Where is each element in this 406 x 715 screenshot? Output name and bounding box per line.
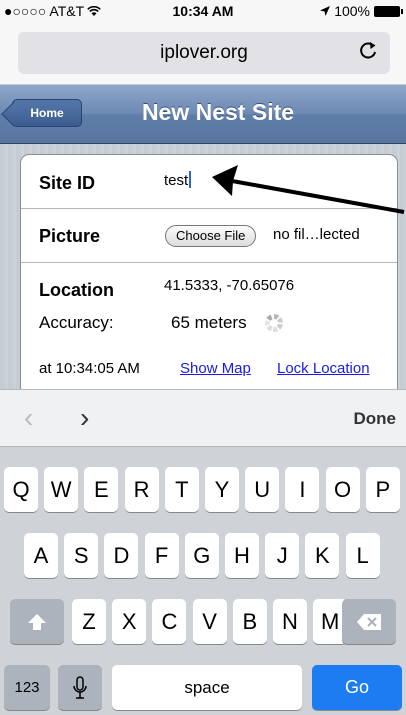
browser-address-area: iplover.org <box>0 22 406 85</box>
delete-key[interactable] <box>342 599 396 644</box>
key-d[interactable]: D <box>104 533 139 578</box>
key-g[interactable]: G <box>184 533 219 578</box>
nav-bar: Home New Nest Site <box>0 85 406 144</box>
space-key[interactable]: space <box>112 665 302 710</box>
key-e[interactable]: E <box>84 467 119 512</box>
address-bar[interactable]: iplover.org <box>18 32 390 74</box>
key-l[interactable]: L <box>345 533 380 578</box>
key-u[interactable]: U <box>245 467 280 512</box>
key-s[interactable]: S <box>64 533 99 578</box>
page-title: New Nest Site <box>141 99 295 125</box>
reload-icon[interactable] <box>358 40 378 62</box>
coordinates-value: 41.5333, -70.65076 <box>164 277 295 294</box>
key-q[interactable]: Q <box>4 467 38 512</box>
choose-file-button[interactable]: Choose File <box>165 225 257 247</box>
go-key[interactable]: Go <box>312 665 402 710</box>
key-j[interactable]: J <box>265 533 300 578</box>
show-map-link[interactable]: Show Map <box>180 360 251 377</box>
key-r[interactable]: R <box>124 467 159 512</box>
location-timestamp: at 10:34:05 AM <box>39 360 140 377</box>
location-label: Location <box>39 280 114 300</box>
shift-key[interactable] <box>10 599 64 644</box>
keyboard: QWERTYUIOP ASDFGHJKL ZXCVBNM 123 space G… <box>0 446 406 715</box>
site-id-row: Site ID test <box>21 155 397 209</box>
key-i[interactable]: I <box>285 467 320 512</box>
key-o[interactable]: O <box>325 467 360 512</box>
done-button[interactable]: Done <box>354 409 397 429</box>
location-arrow-icon <box>320 6 331 16</box>
key-x[interactable]: X <box>112 599 147 644</box>
key-c[interactable]: C <box>152 599 187 644</box>
site-id-label: Site ID <box>39 173 96 193</box>
key-t[interactable]: T <box>164 467 199 512</box>
status-bar: ●○○○○ AT&T 10:34 AM 100% <box>0 0 406 22</box>
battery-percent: 100% <box>334 3 370 19</box>
keyboard-accessory-bar: ‹ › Done <box>0 389 406 447</box>
site-id-value: test <box>164 172 189 189</box>
chevron-left-icon[interactable]: ‹ <box>24 402 33 434</box>
lock-location-link[interactable]: Lock Location <box>277 360 370 377</box>
url-text[interactable]: iplover.org <box>18 42 390 64</box>
key-b[interactable]: B <box>232 599 267 644</box>
home-back-label: Home <box>30 106 64 120</box>
key-h[interactable]: H <box>225 533 259 578</box>
form-area: Site ID test Picture Choose File no fil…… <box>0 144 406 396</box>
chevron-right-icon[interactable]: › <box>80 402 89 434</box>
key-v[interactable]: V <box>192 599 227 644</box>
accuracy-value: 65 meters <box>171 313 247 332</box>
picture-row: Picture Choose File no fil…lected <box>21 209 397 263</box>
microphone-key[interactable] <box>58 665 102 710</box>
shift-icon <box>28 613 46 630</box>
site-id-input[interactable]: test <box>164 171 192 189</box>
key-w[interactable]: W <box>44 467 79 512</box>
key-y[interactable]: Y <box>205 467 239 512</box>
loading-spinner-icon <box>265 314 283 332</box>
home-back-button[interactable]: Home <box>12 99 82 127</box>
status-right: 100% <box>320 3 403 19</box>
no-file-text: no fil…lected <box>273 226 360 243</box>
microphone-icon <box>73 675 87 699</box>
key-a[interactable]: A <box>24 533 58 578</box>
picture-label: Picture <box>39 226 101 246</box>
key-k[interactable]: K <box>305 533 340 578</box>
key-z[interactable]: Z <box>72 599 106 644</box>
nest-site-form: Site ID test Picture Choose File no fil…… <box>20 154 398 396</box>
numbers-key[interactable]: 123 <box>4 665 50 710</box>
battery-icon <box>374 5 403 17</box>
key-f[interactable]: F <box>144 533 179 578</box>
delete-icon <box>357 613 381 630</box>
key-n[interactable]: N <box>273 599 307 644</box>
accuracy-label: Accuracy: <box>39 313 114 332</box>
text-caret <box>189 171 192 188</box>
key-p[interactable]: P <box>365 467 400 512</box>
